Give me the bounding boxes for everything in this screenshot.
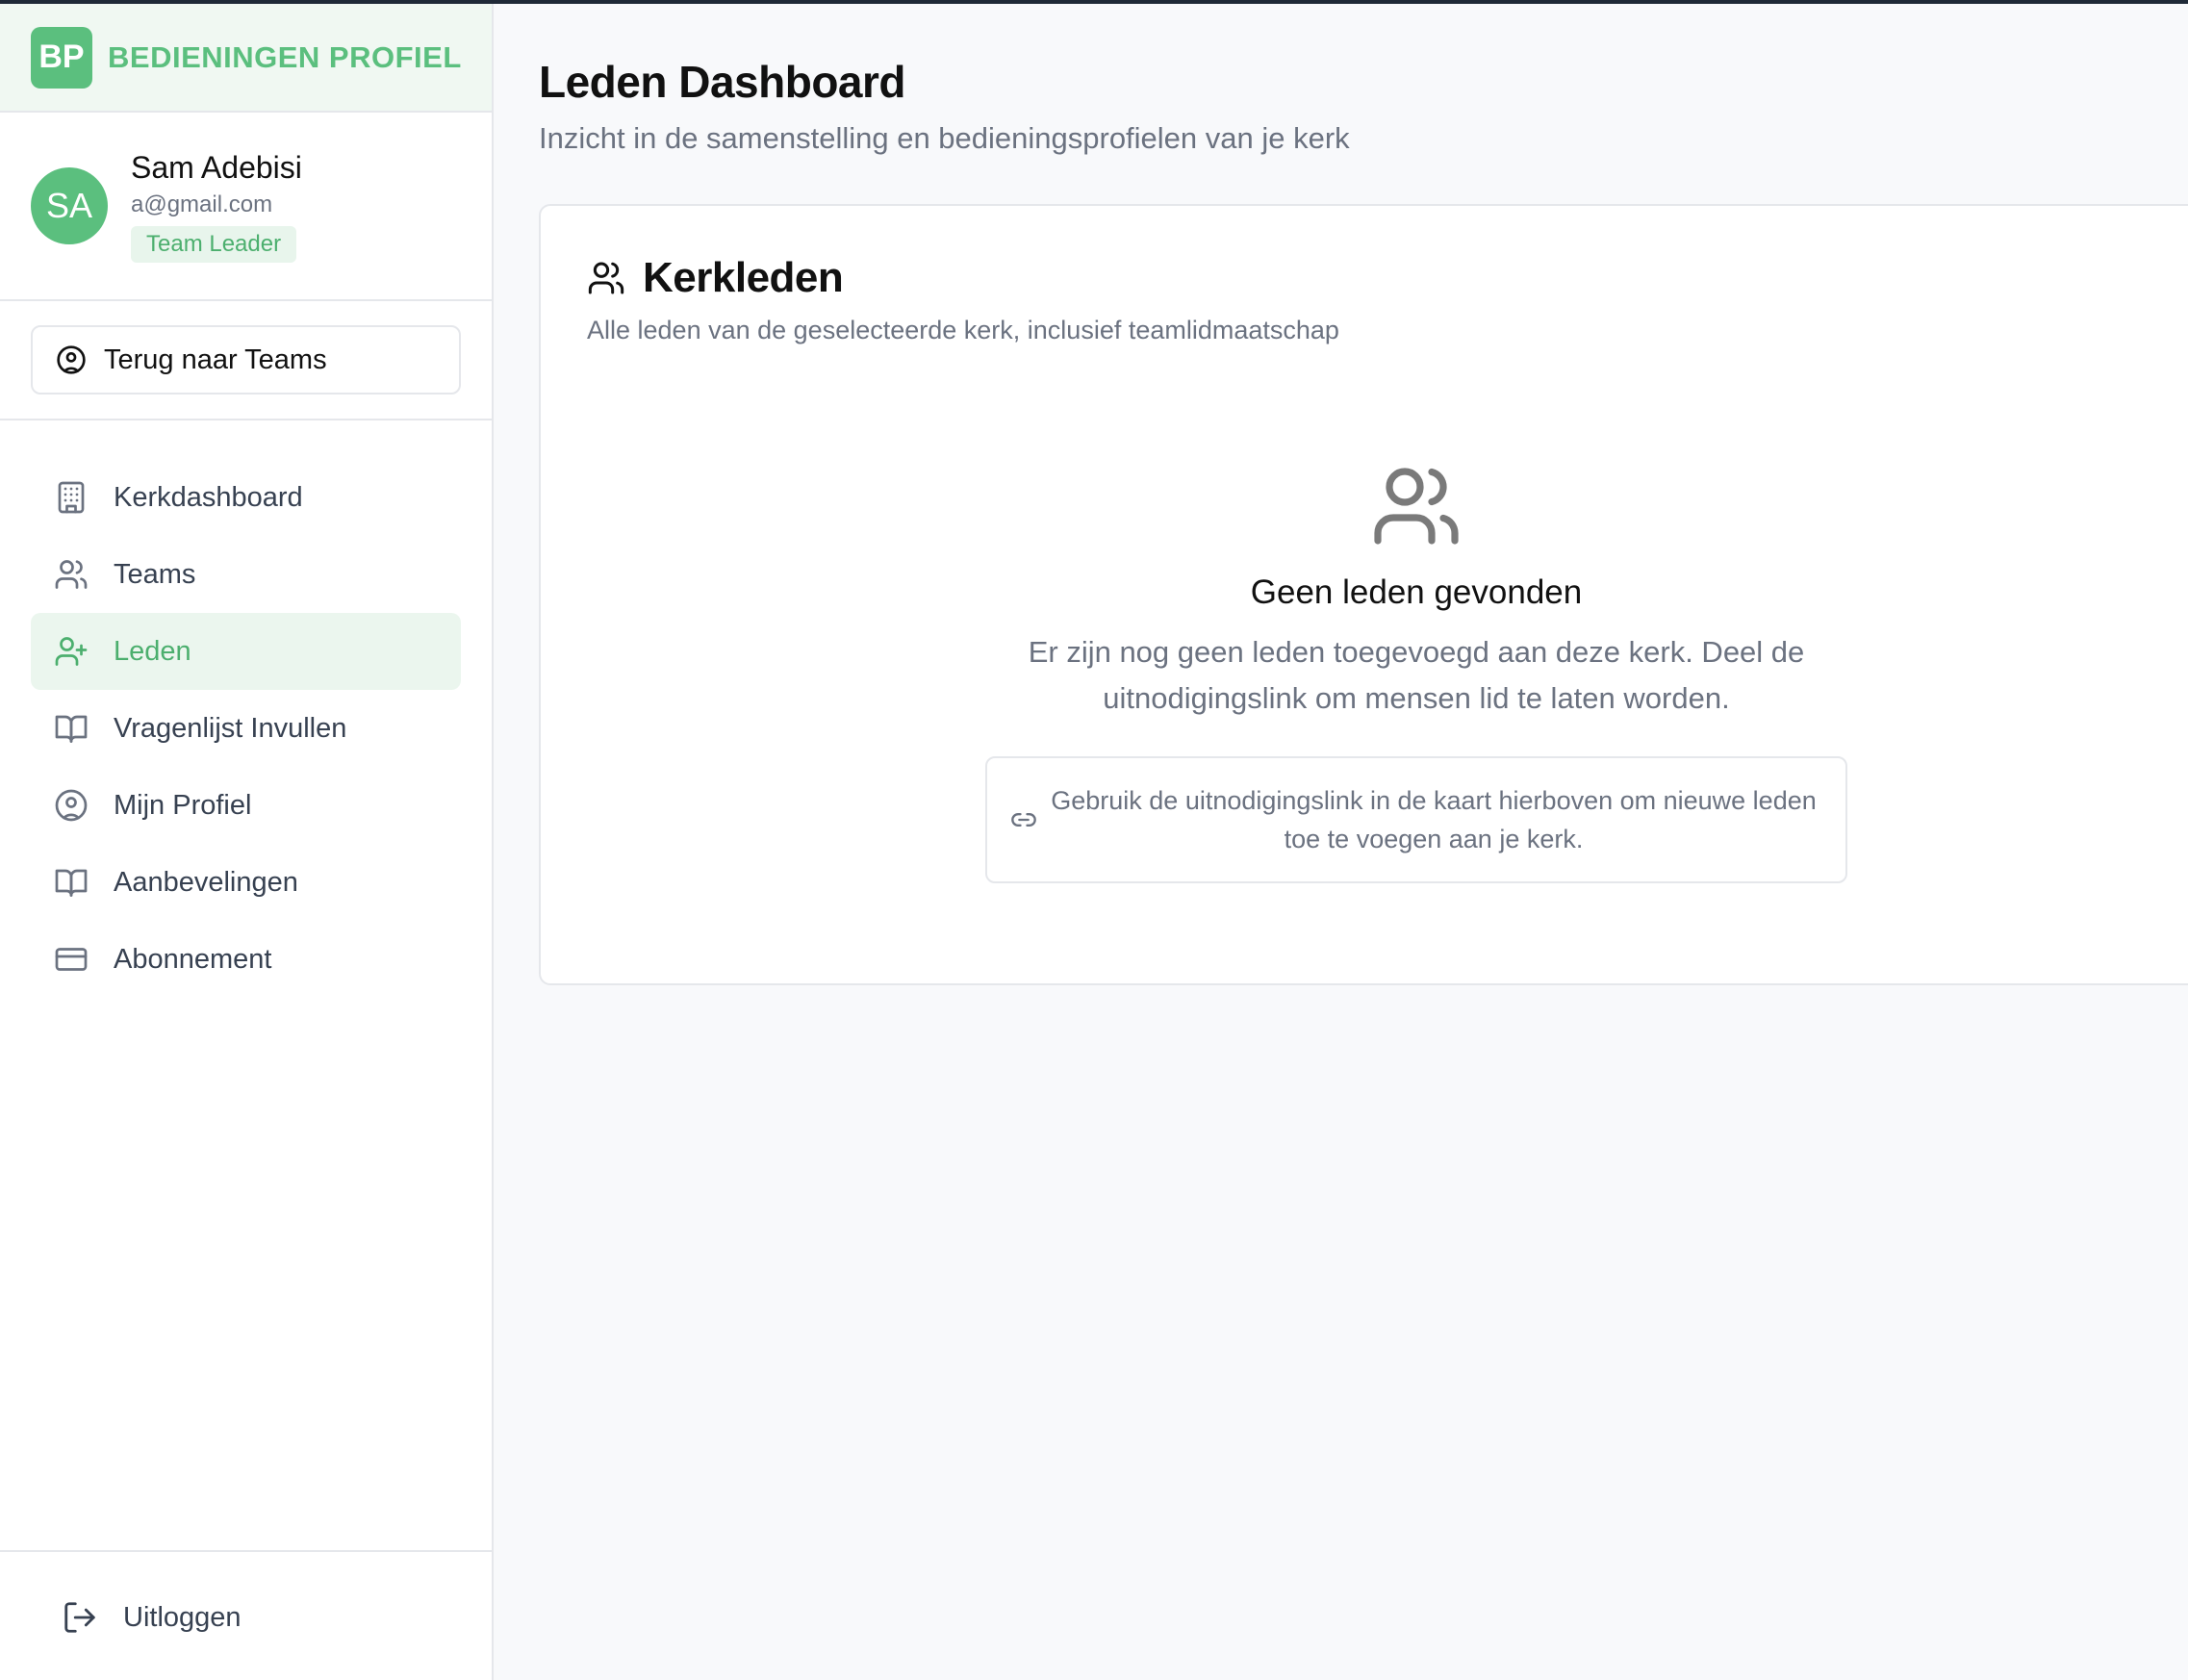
back-to-teams-button[interactable]: Terug naar Teams	[31, 325, 461, 395]
sidebar-item-leden[interactable]: Leden	[31, 613, 461, 690]
invite-hint-box: Gebruik de uitnodigingslink in de kaart …	[985, 756, 1847, 883]
user-email: a@gmail.com	[131, 191, 273, 217]
user-plus-icon	[55, 637, 88, 666]
link-icon	[1011, 813, 1036, 827]
main-content: Leden Dashboard Inzicht in de samenstell…	[496, 4, 2188, 1680]
logout-label: Uitloggen	[123, 1601, 242, 1633]
role-badge: Team Leader	[131, 225, 297, 263]
sidebar: BP BEDIENINGEN PROFIEL SA Sam Adebisi a@…	[0, 4, 494, 1680]
page-subtitle: Inzicht in de samenstelling en bediening…	[539, 121, 1350, 155]
card-title: Kerkleden	[643, 254, 844, 301]
sidebar-item-label: Aanbevelingen	[114, 866, 298, 898]
user-circle-icon	[57, 345, 86, 374]
sidebar-item-label: Kerkdashboard	[114, 481, 303, 513]
sidebar-item-label: Leden	[114, 635, 191, 667]
empty-state-text: Er zijn nog geen leden toegevoegd aan de…	[1028, 635, 1805, 715]
card-subtitle: Alle leden van de geselecteerde kerk, in…	[587, 316, 1339, 344]
sidebar-item-teams[interactable]: Teams	[31, 536, 461, 613]
user-card: SA Sam Adebisi a@gmail.com Team Leader	[0, 113, 492, 301]
members-card: Kerkleden Alle leden van de geselecteerd…	[539, 204, 2188, 985]
sidebar-item-label: Vragenlijst Invullen	[114, 712, 347, 744]
sidebar-item-kerkdashboard[interactable]: Kerkdashboard	[31, 459, 461, 536]
sidebar-item-label: Mijn Profiel	[114, 789, 252, 821]
page-title: Leden Dashboard	[539, 57, 906, 107]
sidebar-item-label: Teams	[114, 558, 196, 590]
brand-logo: BP	[31, 26, 92, 89]
back-to-teams-label: Terug naar Teams	[104, 344, 327, 375]
empty-state: Geen leden gevonden Er zijn nog geen led…	[926, 460, 1907, 883]
invite-hint-text: Gebruik de uitnodigingslink in de kaart …	[1051, 786, 1817, 853]
empty-state-title: Geen leden gevonden	[1250, 573, 1583, 611]
sidebar-item-label: Abonnement	[114, 943, 272, 975]
users-icon	[1374, 468, 1459, 545]
sidebar-item-vragenlijst[interactable]: Vragenlijst Invullen	[31, 690, 461, 767]
logout-button[interactable]: Uitloggen	[62, 1583, 453, 1652]
credit-card-icon	[55, 948, 88, 971]
book-icon	[55, 715, 88, 743]
logout-icon	[64, 1602, 95, 1633]
sidebar-item-abonnement[interactable]: Abonnement	[31, 921, 461, 998]
sidebar-item-aanbevelingen[interactable]: Aanbevelingen	[31, 844, 461, 921]
sidebar-item-mijn-profiel[interactable]: Mijn Profiel	[31, 767, 461, 844]
user-circle-icon	[55, 789, 88, 822]
brand-name: BEDIENINGEN PROFIEL	[108, 39, 462, 74]
users-icon	[588, 262, 624, 294]
book-icon	[55, 869, 88, 897]
user-name: Sam Adebisi	[131, 149, 302, 185]
users-icon	[55, 560, 88, 589]
building-icon	[58, 481, 85, 514]
brand-header[interactable]: BP BEDIENINGEN PROFIEL	[0, 4, 492, 113]
avatar: SA	[31, 167, 108, 244]
sidebar-nav: Kerkdashboard Teams Leden Vragenlijst In…	[0, 420, 492, 998]
